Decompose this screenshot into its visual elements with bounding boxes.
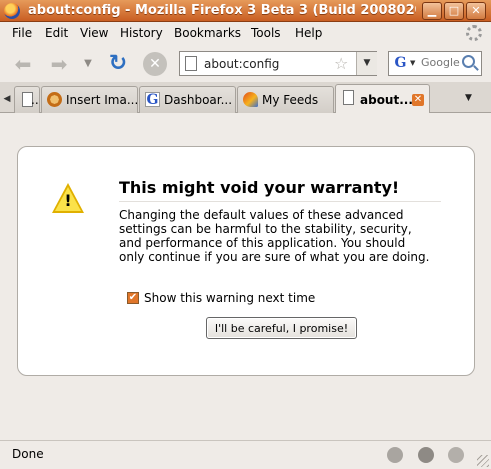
search-icon[interactable] [462, 55, 475, 68]
engine-dropdown-icon[interactable]: ▼ [410, 59, 415, 67]
menu-bar: File Edit View History Bookmarks Tools H… [0, 22, 491, 44]
window-title: about:config - Mozilla Firefox 3 Beta 3 … [28, 3, 416, 18]
feeds-icon [243, 92, 258, 107]
tab-label: Insert Ima... [66, 93, 138, 107]
warning-title: This might void your warranty! [119, 178, 441, 202]
resize-grip[interactable] [477, 455, 489, 467]
page-icon [343, 90, 354, 105]
menu-view[interactable]: View [80, 26, 108, 40]
tab-label: Dashboar... [164, 93, 233, 107]
google-icon: G [145, 92, 160, 108]
menu-bookmarks[interactable]: Bookmarks [174, 26, 241, 40]
warning-text: Changing the default values of these adv… [119, 208, 430, 264]
warning-box: ! This might void your warranty! Changin… [17, 146, 475, 376]
tab-label: about... [360, 93, 413, 107]
reload-button[interactable]: ↻ [105, 51, 131, 77]
insert-image-icon [47, 92, 62, 107]
stop-button[interactable]: ✕ [143, 52, 167, 76]
bookmark-star-icon[interactable]: ☆ [334, 54, 348, 73]
page-content: ! This might void your warranty! Changin… [0, 113, 491, 440]
tab-label: My Feeds [262, 93, 319, 107]
show-warning-label[interactable]: Show this warning next time [144, 291, 315, 305]
menu-history[interactable]: History [120, 26, 163, 40]
tab-partial[interactable]: ... [14, 86, 40, 113]
forward-button[interactable]: ➡ [46, 51, 72, 77]
google-engine-icon[interactable]: G [391, 54, 410, 73]
tab-list-button[interactable]: ▼ [465, 93, 472, 103]
maximize-button[interactable]: □ [444, 2, 464, 20]
url-text[interactable]: about:config [204, 57, 279, 71]
page-icon [185, 56, 197, 71]
addon-icon[interactable] [448, 447, 464, 463]
tab-dashboard[interactable]: G Dashboar... [139, 86, 236, 113]
warning-icon-mark: ! [64, 191, 72, 210]
status-text: Done [12, 447, 44, 461]
navigation-toolbar: ⬅ ➡ ▼ ↻ ✕ about:config ☆ ▼ G ▼ [0, 44, 491, 82]
pencil-icon[interactable] [387, 447, 403, 463]
status-bar: Done [0, 440, 491, 469]
history-dropdown-button[interactable]: ▼ [80, 51, 96, 77]
minimize-button[interactable]: ▁ [422, 2, 442, 20]
menu-edit[interactable]: Edit [45, 26, 68, 40]
tab-scroll-left-button[interactable]: ◀ [0, 87, 14, 111]
tab-about-config[interactable]: about... ✕ [335, 84, 430, 114]
title-bar: about:config - Mozilla Firefox 3 Beta 3 … [0, 0, 491, 22]
tab-label: ... [31, 93, 39, 107]
back-button[interactable]: ⬅ [10, 51, 36, 77]
close-window-button[interactable]: ✕ [466, 2, 486, 20]
show-warning-checkbox[interactable]: ✔ [127, 292, 139, 304]
url-dropdown-button[interactable]: ▼ [356, 52, 377, 75]
url-bar[interactable]: about:config ☆ ▼ [179, 51, 377, 76]
menu-tools[interactable]: Tools [251, 26, 281, 40]
tab-insert-image[interactable]: Insert Ima... [41, 86, 138, 113]
menu-help[interactable]: Help [295, 26, 322, 40]
smiley-icon[interactable] [418, 447, 434, 463]
search-bar: G ▼ [388, 51, 482, 76]
menu-file[interactable]: File [12, 26, 32, 40]
throbber-icon [466, 25, 482, 41]
tab-strip: ◀ ... Insert Ima... G Dashboar... My Fee… [0, 82, 491, 114]
tab-close-icon[interactable]: ✕ [412, 94, 424, 106]
careful-promise-button[interactable]: I'll be careful, I promise! [206, 317, 357, 339]
firefox-icon[interactable] [4, 3, 20, 19]
search-input[interactable] [421, 56, 463, 69]
tab-my-feeds[interactable]: My Feeds [237, 86, 334, 113]
